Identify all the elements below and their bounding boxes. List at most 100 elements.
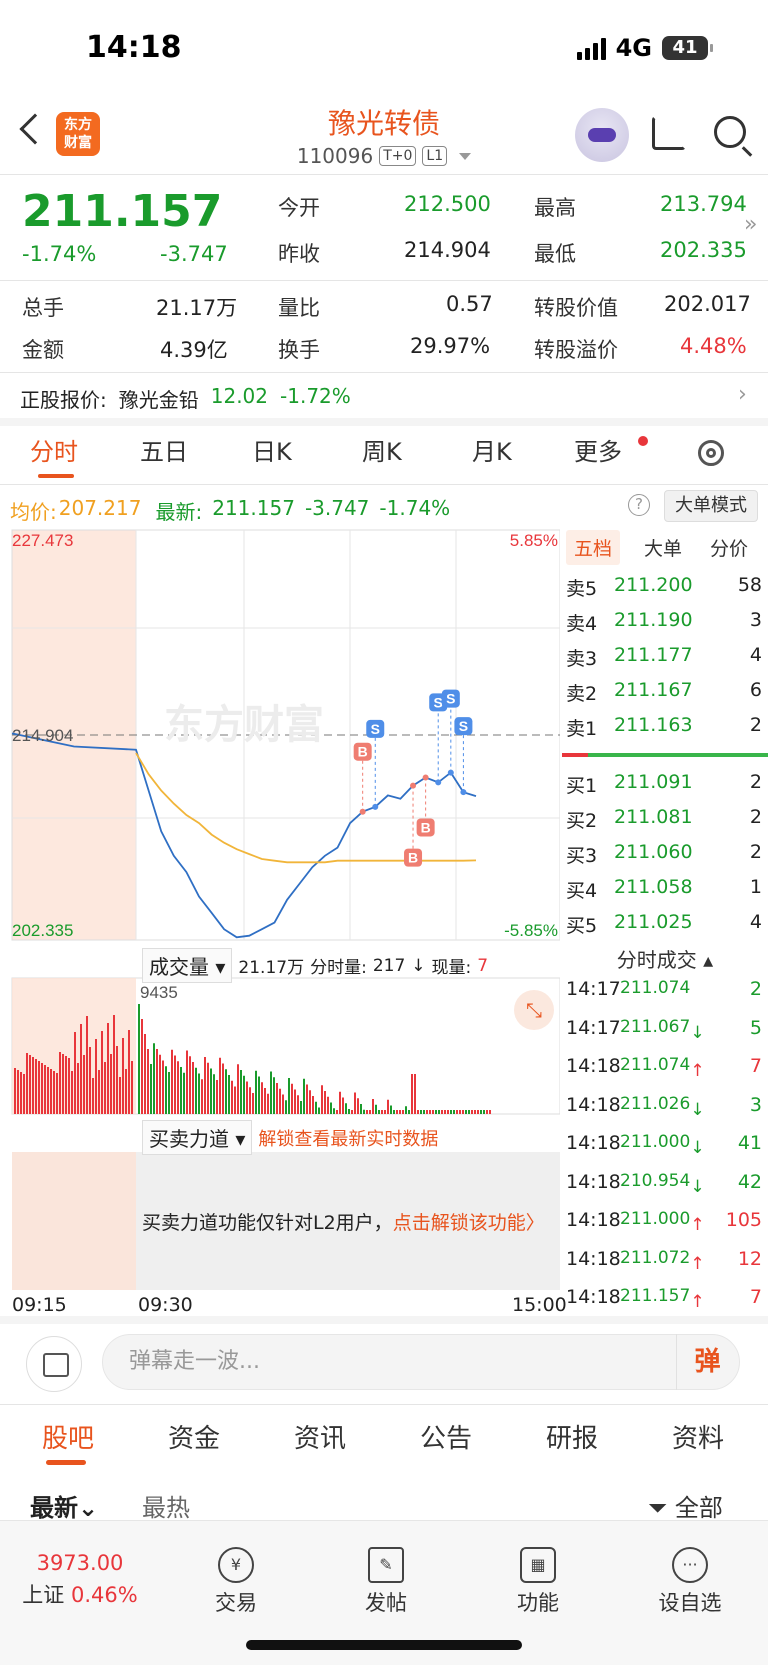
force-dropdown[interactable]: 买卖力道 ▾ <box>142 1120 253 1155</box>
tab-five-levels[interactable]: 五档 <box>566 530 621 565</box>
y-top-label: 227.473 <box>12 531 73 550</box>
volume-bar <box>285 1100 287 1114</box>
volume-bar <box>204 1057 206 1114</box>
volume-bar <box>363 1109 365 1114</box>
volume-bar <box>44 1065 46 1114</box>
chevron-right-icon[interactable]: › <box>738 382 747 407</box>
tab-price-dist[interactable]: 分价 <box>710 534 748 561</box>
tab-profile[interactable]: 资料 <box>672 1418 724 1455</box>
volume-bar <box>300 1101 302 1114</box>
underlying-name: 豫光金铅 <box>118 388 199 412</box>
underlying-stock-row[interactable]: 正股报价: 豫光金铅 12.02 -1.72% <box>20 384 351 413</box>
nav-trade[interactable]: ¥ 交易 <box>176 1537 296 1617</box>
volume-bar <box>345 1103 347 1114</box>
volume-bar <box>459 1110 461 1114</box>
sort-hot[interactable]: 最热 <box>142 1488 190 1523</box>
filter-all[interactable]: ⏷ 全部 <box>648 1488 723 1523</box>
pct-top-label: 5.85% <box>510 531 558 550</box>
level-label: 买5 <box>566 915 598 937</box>
level-qty: 2 <box>749 806 762 828</box>
security-code: 110096 <box>296 144 374 168</box>
volume-bar <box>216 1080 218 1114</box>
tab-intraday[interactable]: 分时 <box>30 432 78 467</box>
tab-five-day[interactable]: 五日 <box>140 432 188 467</box>
tab-more[interactable]: 更多 <box>574 432 622 467</box>
premium-value: 4.48% <box>680 334 747 358</box>
tab-announcements[interactable]: 公告 <box>420 1418 472 1455</box>
comment-list-icon[interactable] <box>26 1336 82 1392</box>
volume-bar <box>351 1110 353 1114</box>
search-icon[interactable] <box>714 116 746 148</box>
tab-weekly-k[interactable]: 周K <box>362 432 402 467</box>
level-label: 卖2 <box>566 683 598 705</box>
volume-bar <box>119 1077 121 1114</box>
nav-post[interactable]: ✎ 发帖 <box>326 1537 446 1617</box>
volume-bar <box>165 1066 167 1114</box>
assistant-avatar-icon[interactable] <box>575 108 629 162</box>
conversion-value-label: 转股价值 <box>534 296 618 320</box>
volume-bar <box>168 1072 170 1114</box>
volume-bar <box>381 1110 383 1114</box>
volume-bar <box>441 1110 443 1114</box>
volume-bar <box>249 1087 251 1114</box>
tab-big-orders[interactable]: 大单 <box>644 534 682 561</box>
volume-bar <box>110 1054 112 1114</box>
tick-row: 14:18 211.072 ↑ 12 <box>566 1247 762 1274</box>
conversion-value: 202.017 <box>664 292 751 316</box>
signal-icon <box>576 36 606 60</box>
volume-bar <box>180 1067 182 1114</box>
home-indicator <box>246 1640 522 1650</box>
volume-bar <box>297 1095 299 1114</box>
tick-row: 14:17 211.067 ↓ 5 <box>566 1016 762 1043</box>
volume-bar <box>393 1110 395 1114</box>
tab-forum[interactable]: 股吧 <box>42 1418 94 1455</box>
nav-functions[interactable]: ▦ 功能 <box>478 1537 598 1617</box>
volume-bar <box>156 1049 158 1114</box>
volume-bar <box>14 1068 16 1114</box>
sort-latest[interactable]: 最新⌄ <box>30 1488 98 1523</box>
volume-bar <box>270 1071 272 1114</box>
tab-daily-k[interactable]: 日K <box>252 432 292 467</box>
tab-monthly-k[interactable]: 月K <box>472 432 512 467</box>
network-label: 4G <box>615 34 652 62</box>
chevron-right-icon[interactable]: » <box>744 212 757 237</box>
volume-bar <box>471 1110 473 1114</box>
last-price: 211.157 <box>22 186 223 237</box>
share-icon[interactable] <box>652 116 686 150</box>
volume-dropdown[interactable]: 成交量 ▾ <box>142 948 233 983</box>
volume-bar <box>273 1077 275 1114</box>
gear-icon[interactable] <box>698 440 724 466</box>
grid-icon: ▦ <box>520 1547 556 1583</box>
open-value: 212.500 <box>404 192 491 216</box>
open-label: 今开 <box>278 196 320 220</box>
volume-bar <box>113 1015 115 1114</box>
level-qty: 2 <box>749 841 762 863</box>
volume-bar <box>321 1085 323 1114</box>
level-price: 211.091 <box>614 771 693 793</box>
marker-dot <box>422 774 429 781</box>
volume-bar <box>465 1110 467 1114</box>
ticks-header[interactable]: 分时成交 ▴ <box>562 944 768 973</box>
level-price: 211.190 <box>614 609 693 631</box>
avg-line <box>135 752 477 864</box>
tab-news[interactable]: 资讯 <box>294 1418 346 1455</box>
level-label: 买2 <box>566 810 598 832</box>
tab-funds[interactable]: 资金 <box>168 1418 220 1455</box>
tick-row: 14:18 211.157 ↑ 7 <box>566 1286 762 1312</box>
danmaku-button[interactable]: 弹 <box>676 1334 738 1390</box>
nav-watchlist[interactable]: ··· 设自选 <box>630 1537 750 1617</box>
volume-bar <box>32 1057 34 1114</box>
expand-icon[interactable]: ⤡ <box>514 990 554 1030</box>
volume-bar <box>375 1104 377 1114</box>
pct-bottom-label: -5.85% <box>504 921 558 940</box>
volume-bar <box>354 1092 356 1114</box>
danmaku-input[interactable]: 弹幕走一波... <box>102 1334 740 1390</box>
tab-research[interactable]: 研报 <box>546 1418 598 1455</box>
big-order-mode-button[interactable]: 大单模式 <box>664 490 758 522</box>
unlock-function-link[interactable]: 点击解锁该功能〉 <box>393 1212 545 1234</box>
unlock-link[interactable]: 解锁查看最新实时数据 <box>258 1125 438 1151</box>
help-icon[interactable]: ? <box>628 494 650 516</box>
nav-index[interactable]: 3973.00 上证 0.46% <box>20 1537 140 1609</box>
volume-bar <box>489 1110 491 1114</box>
tick-list: 14:17 211.074 2 14:17 211.067 ↓ 5 14:18 211.074 ↑… <box>562 972 768 1319</box>
